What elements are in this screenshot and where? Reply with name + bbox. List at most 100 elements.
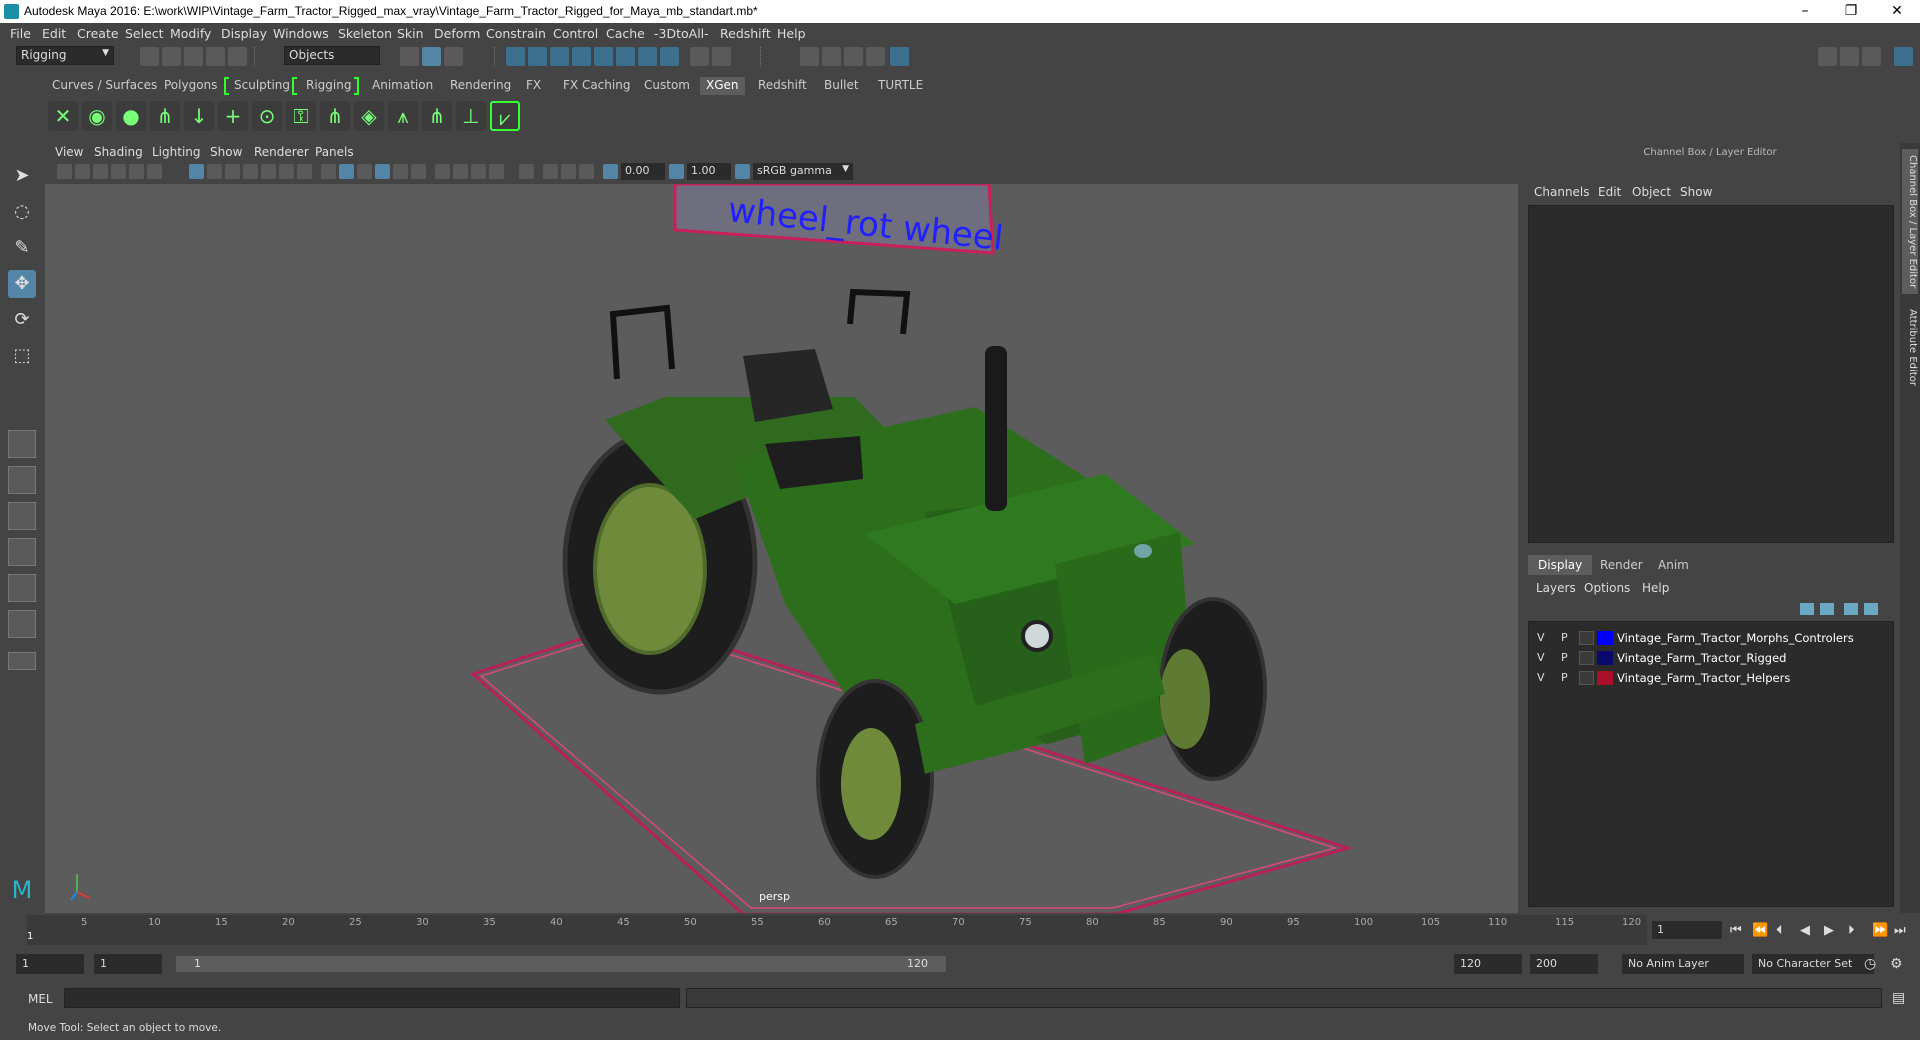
layer-color-swatch[interactable] [1597, 631, 1613, 645]
playback-end-field[interactable]: 120 [1454, 954, 1522, 974]
layer-row[interactable]: V P Vintage_Farm_Tractor_Helpers [1529, 668, 1895, 688]
step-forward-key-icon[interactable]: ⏵ [1848, 923, 1855, 938]
gamma-icon[interactable] [669, 164, 684, 179]
ipr-render-icon[interactable] [844, 47, 863, 66]
textured-icon[interactable] [375, 164, 390, 179]
xray-joints-icon[interactable] [561, 164, 576, 179]
command-input[interactable] [64, 988, 680, 1008]
channel-box-menu-edit[interactable]: Edit [1598, 185, 1621, 199]
menu-file[interactable]: File [10, 26, 31, 41]
select-object-icon[interactable] [422, 47, 441, 66]
open-scene-icon[interactable] [162, 47, 181, 66]
playback-start-field[interactable]: 1 [94, 954, 162, 974]
save-scene-icon[interactable] [184, 47, 203, 66]
gate-mask-icon[interactable] [243, 164, 258, 179]
redo-icon[interactable] [228, 47, 247, 66]
animation-start-field[interactable]: 1 [16, 954, 84, 974]
menu-3dtoall[interactable]: -3DtoAll- [654, 26, 709, 41]
snap-view-plane-icon[interactable] [572, 47, 591, 66]
snap-curve-icon[interactable] [528, 47, 547, 66]
side-tab-attribute-editor[interactable]: Attribute Editor [1902, 303, 1918, 392]
viewport-menu-lighting[interactable]: Lighting [152, 145, 201, 159]
play-forwards-icon[interactable]: ▶ [1824, 923, 1834, 938]
new-layer-selected-icon[interactable] [1844, 603, 1858, 615]
perspective-viewport[interactable]: wheel_rot wheel persp [45, 184, 1518, 913]
layer-color-swatch[interactable] [1597, 671, 1613, 685]
xgen-groom-icon[interactable]: ⩚ [388, 101, 418, 131]
construction-history-icon[interactable] [712, 47, 731, 66]
layer-visibility-toggle[interactable]: V [1537, 671, 1545, 684]
shelf-tab-fx[interactable]: FX [520, 77, 547, 95]
xgen-editor-icon[interactable]: ✕ [48, 101, 78, 131]
go-to-start-icon[interactable]: ⏮ [1730, 923, 1742, 938]
xgen-brush-icon[interactable]: ⋔ [422, 101, 452, 131]
range-slider-bar[interactable]: 1 120 [176, 956, 946, 972]
layer-display-type-toggle[interactable] [1579, 651, 1594, 665]
grid-toggle-icon[interactable] [189, 164, 204, 179]
side-by-side-layout-icon[interactable] [8, 502, 36, 530]
shelf-tab-redshift[interactable]: Redshift [752, 77, 813, 95]
resolution-gate-icon[interactable] [225, 164, 240, 179]
layer-playback-toggle[interactable]: P [1561, 671, 1568, 684]
move-layer-down-icon[interactable] [1820, 603, 1834, 615]
new-layer-icon[interactable] [1864, 603, 1878, 615]
layer-menu-options[interactable]: Options [1584, 581, 1630, 595]
shelf-tab-fx-caching[interactable]: FX Caching [557, 77, 636, 95]
layer-playback-toggle[interactable]: P [1561, 651, 1568, 664]
workspace-icon[interactable] [1818, 47, 1837, 66]
layer-display-type-toggle[interactable] [1579, 671, 1594, 685]
safe-title-icon[interactable] [297, 164, 312, 179]
attribute-editor-toggle-icon[interactable] [1840, 47, 1859, 66]
layer-visibility-toggle[interactable]: V [1537, 651, 1545, 664]
viewport-menu-renderer[interactable]: Renderer [254, 145, 309, 159]
viewport-menu-panels[interactable]: Panels [315, 145, 354, 159]
render-view-icon[interactable] [800, 47, 819, 66]
menu-constrain[interactable]: Constrain [486, 26, 546, 41]
paint-select-tool-icon[interactable]: ✎ [8, 234, 36, 262]
shelf-tab-turtle[interactable]: TURTLE [872, 77, 929, 95]
wireframe-icon[interactable] [321, 164, 336, 179]
tab-render[interactable]: Render [1590, 555, 1653, 575]
layer-menu-help[interactable]: Help [1642, 581, 1669, 595]
exposure-icon[interactable] [603, 164, 618, 179]
layer-display-type-toggle[interactable] [1579, 631, 1594, 645]
menu-redshift[interactable]: Redshift [720, 26, 771, 41]
menu-help[interactable]: Help [777, 26, 806, 41]
step-back-key-icon[interactable]: ⏴ [1776, 923, 1783, 938]
camera-attributes-icon[interactable] [75, 164, 90, 179]
menu-cache[interactable]: Cache [606, 26, 645, 41]
hypershade-icon[interactable] [890, 47, 909, 66]
xgen-cut-icon[interactable]: ⊥ [456, 101, 486, 131]
rotate-tool-icon[interactable]: ⟳ [8, 306, 36, 334]
menu-create[interactable]: Create [77, 26, 119, 41]
depth-of-field-icon[interactable] [489, 164, 504, 179]
channel-box-menu-object[interactable]: Object [1632, 185, 1671, 199]
menu-skin[interactable]: Skin [397, 26, 424, 41]
film-gate-icon[interactable] [207, 164, 222, 179]
motion-blur-icon[interactable] [453, 164, 468, 179]
script-language-toggle[interactable]: MEL [28, 992, 53, 1006]
shelf-tab-rigging[interactable]: Rigging [300, 77, 357, 95]
shadows-icon[interactable] [411, 164, 426, 179]
step-forward-frame-icon[interactable]: ⏩ [1872, 923, 1888, 938]
outliner-layout-icon[interactable] [8, 538, 36, 566]
character-set-dropdown[interactable]: No Character Set [1752, 954, 1874, 974]
scene-canvas[interactable]: wheel_rot wheel [45, 184, 1518, 913]
ambient-occlusion-icon[interactable] [435, 164, 450, 179]
xgen-grass-icon[interactable]: ⋔ [320, 101, 350, 131]
shelf-tab-rendering[interactable]: Rendering [444, 77, 517, 95]
gamma-field[interactable]: 1.00 [687, 163, 731, 180]
xgen-preview-icon[interactable]: ◉ [82, 101, 112, 131]
tab-display[interactable]: Display [1528, 555, 1593, 575]
view-transform-dropdown[interactable]: sRGB gamma ▼ [753, 163, 853, 180]
scale-tool-icon[interactable]: ⬚ [8, 342, 36, 370]
side-tab-channel-box[interactable]: Channel Box / Layer Editor [1902, 149, 1918, 295]
xray-components-icon[interactable] [579, 164, 594, 179]
color-management-icon[interactable] [735, 164, 750, 179]
bookmark-icon[interactable] [93, 164, 108, 179]
menu-skeleton[interactable]: Skeleton [338, 26, 392, 41]
shelf-tab-animation[interactable]: Animation [366, 77, 439, 95]
xgen-interactive-groom-icon[interactable]: ⩗ [490, 101, 520, 131]
move-tool-icon[interactable]: ✥ [8, 270, 36, 298]
new-scene-icon[interactable] [140, 47, 159, 66]
